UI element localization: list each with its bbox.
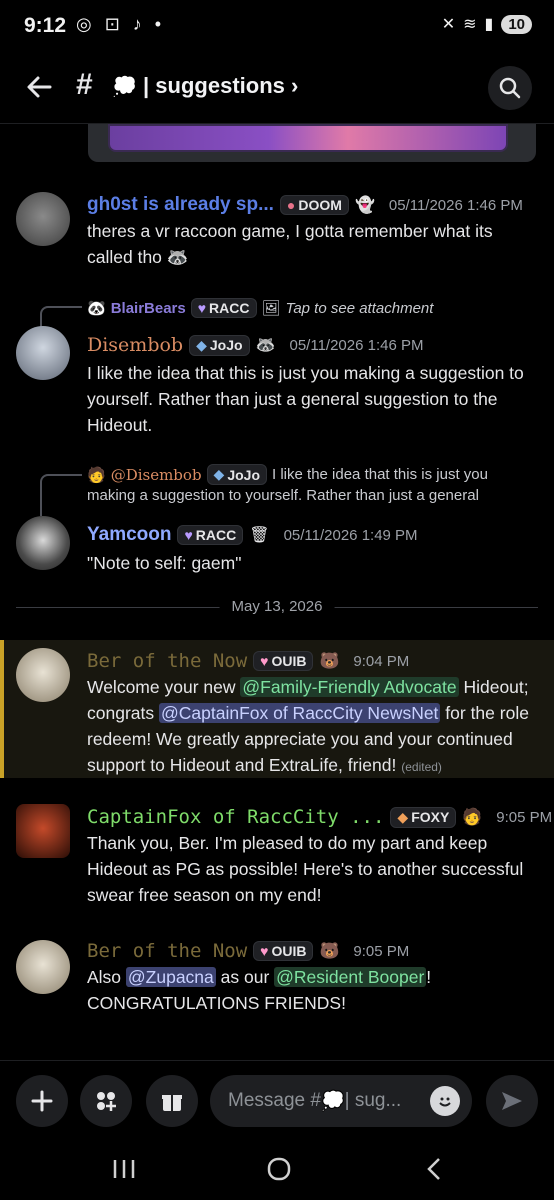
channel-header: # 💭 | suggestions › [0, 56, 554, 124]
message-body: Thank you, Ber. I'm pleased to do my par… [87, 833, 524, 905]
signal-icon: ▮ [484, 16, 494, 33]
username[interactable]: Ber of the Now [87, 650, 247, 672]
reply-preview-continued: making a suggestion to yourself. Rather … [87, 487, 479, 504]
avatar[interactable] [16, 648, 70, 702]
timestamp: 9:05 PM [353, 942, 410, 960]
avatar[interactable] [16, 326, 70, 380]
status-bar: 9:12 ◎ ⊡ ♪ • ✕ ≋ ▮ 10 [0, 0, 554, 56]
add-attachment-button[interactable] [16, 1075, 68, 1127]
mute-icon: ✕ [441, 16, 456, 33]
apps-icon [97, 1092, 116, 1111]
reply-avatar-icon: 🐼 [87, 300, 106, 317]
reply-preview[interactable]: 🧑 @Disembob ◆ JoJo I like the idea that t… [87, 464, 488, 485]
message-body: I like the idea that this is just you ma… [87, 363, 524, 435]
emoji-button[interactable] [430, 1086, 460, 1116]
previous-embed-image[interactable] [108, 124, 508, 152]
message-body: "Note to self: gaem" [87, 553, 242, 573]
username[interactable]: Ber of the Now [87, 940, 247, 962]
message-body: Welcome your new @Family-Friendly Advoca… [87, 677, 529, 775]
system-nav-bar [0, 1140, 554, 1200]
username[interactable]: gh0st is already sp... [87, 194, 274, 216]
reply-preview[interactable]: 🐼 BlairBears ♥ RACC 🖼 Tap to see attachme… [87, 298, 433, 318]
role-mention[interactable]: @Family-Friendly Advocate [240, 677, 459, 697]
user-mention[interactable]: @CaptainFox of RaccCity NewsNet [158, 703, 441, 723]
gift-icon [162, 1095, 182, 1111]
avatar[interactable] [16, 940, 70, 994]
timestamp: 05/11/2026 1:46 PM [388, 196, 523, 214]
badge-icon: 🗑 [249, 527, 270, 544]
send-icon [502, 1092, 522, 1110]
timestamp: 05/11/2026 1:49 PM [283, 526, 418, 544]
role-tag: ● DOOM [279, 195, 349, 215]
battery-indicator: 10 [501, 14, 532, 34]
message-composer: Message # 💭 | sug... [0, 1060, 554, 1140]
timestamp: 9:04 PM [353, 652, 410, 670]
date-divider-label: May 13, 2026 [219, 598, 335, 615]
badge-icon: 🧑 [462, 809, 483, 826]
timestamp: 9:05 PM [496, 808, 553, 826]
user-mention[interactable]: @Zupacna [125, 967, 216, 987]
reply-avatar-icon: 🧑 [87, 466, 106, 484]
badge-icon: 🐻 [319, 653, 340, 670]
badge-icon: 🦝 [255, 337, 276, 354]
message-body: theres a vr raccoon game, I gotta rememb… [87, 221, 493, 267]
home-icon[interactable] [266, 1156, 292, 1182]
raccoon-emoji-icon: 🦝 [166, 247, 189, 267]
reply-connector [40, 474, 82, 516]
notification-icons: ◎ ⊡ ♪ • [76, 14, 166, 34]
tag-icon: ● [286, 197, 296, 213]
avatar[interactable] [16, 192, 70, 246]
username[interactable]: CaptainFox of RaccCity ... [87, 806, 384, 828]
message-body: Also @Zupacna as our @Resident Booper! C… [87, 967, 432, 1013]
wifi-icon: ≋ [463, 16, 477, 33]
channel-hash-icon: # [76, 68, 93, 101]
role-tag: ◆ FOXY [390, 806, 457, 828]
role-tag: ◆ JoJo [189, 334, 250, 356]
role-tag: ♥ RACC [177, 525, 244, 545]
apps-button[interactable] [80, 1075, 132, 1127]
username[interactable]: Yamcoon [87, 524, 171, 546]
avatar[interactable] [16, 804, 70, 858]
thought-bubble-icon: 💭 [320, 1091, 345, 1112]
username[interactable]: Disembob [87, 334, 183, 356]
system-icons: ✕ ≋ ▮ 10 [442, 14, 532, 34]
gift-button[interactable] [146, 1075, 198, 1127]
send-button[interactable] [486, 1075, 538, 1127]
thought-bubble-icon: 💭 [112, 76, 137, 98]
timestamp: 05/11/2026 1:46 PM [289, 336, 424, 354]
reply-connector [40, 306, 82, 328]
role-tag: ♥ RACC [190, 298, 257, 318]
back-icon[interactable] [424, 1156, 444, 1182]
badge-icon: 👻 [354, 197, 375, 214]
message-input[interactable]: Message # 💭 | sug... [210, 1075, 472, 1127]
role-tag: ◆ JoJo [206, 464, 268, 485]
plus-icon [31, 1090, 53, 1112]
role-tag: ♥ OUIB [253, 651, 314, 671]
role-tag: ♥ OUIB [253, 941, 314, 961]
back-arrow-icon[interactable] [24, 72, 54, 102]
role-mention[interactable]: @Resident Booper [274, 967, 427, 987]
emoji-icon [439, 1097, 451, 1107]
image-icon: 🖼 [261, 300, 281, 317]
channel-name: suggestions [155, 73, 285, 98]
search-button[interactable] [488, 66, 532, 110]
clock: 9:12 [24, 14, 67, 37]
avatar[interactable] [16, 516, 70, 570]
badge-icon: 🐻 [319, 943, 340, 960]
recent-apps-icon[interactable] [112, 1158, 136, 1180]
channel-title[interactable]: 💭 | suggestions › [112, 73, 298, 99]
search-icon [499, 77, 521, 99]
